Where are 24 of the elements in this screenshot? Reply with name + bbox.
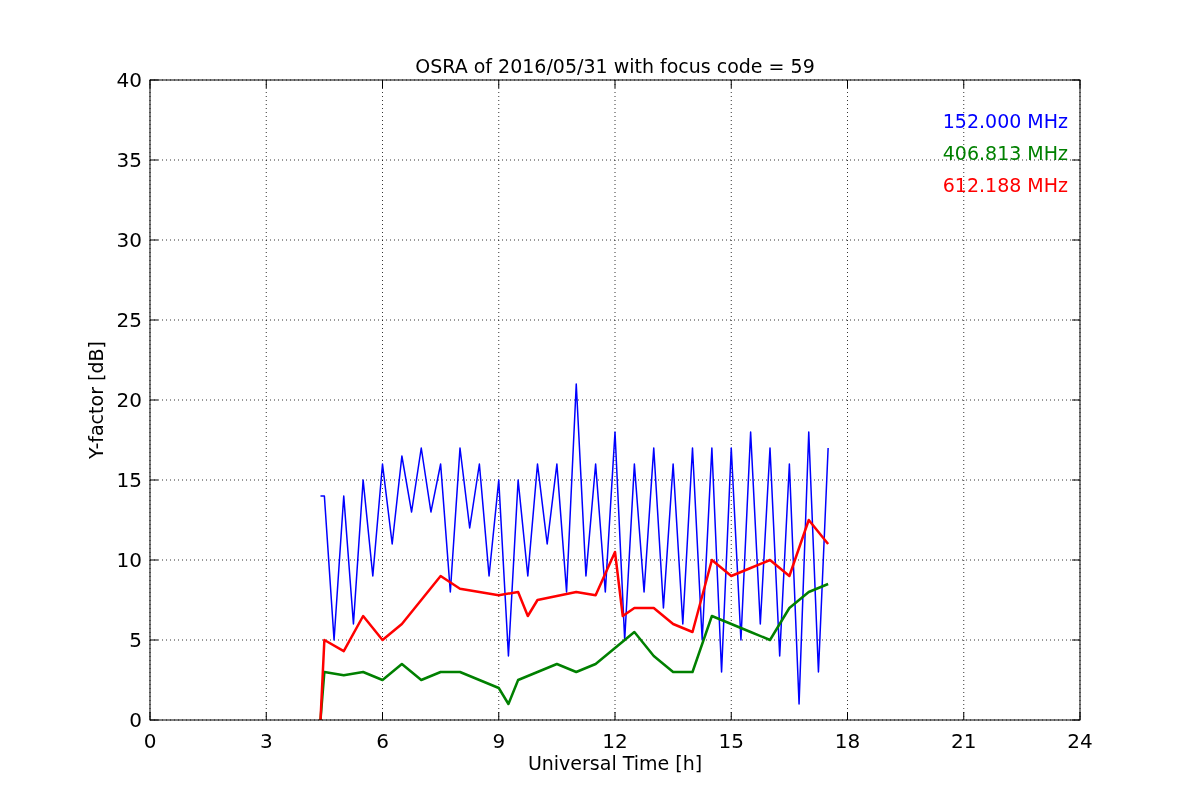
axis-label: Y-factor [dB]	[85, 341, 107, 459]
tick-label: 15	[116, 468, 142, 492]
tick-label: 3	[259, 729, 273, 753]
tick-label: 15	[718, 729, 744, 753]
tick-label: 18	[834, 729, 861, 753]
tick-label: 20	[116, 388, 142, 412]
tick-label: 9	[492, 729, 506, 753]
tick-label: 0	[129, 708, 142, 732]
tick-label: 12	[602, 729, 628, 753]
tick-label: 30	[116, 228, 142, 252]
tick-label: 0	[143, 729, 157, 753]
legend-label: 612.188 MHz	[942, 174, 1068, 196]
chart-title: OSRA of 2016/05/31 with focus code = 59	[415, 55, 815, 77]
tick-label: 10	[116, 548, 142, 572]
tick-label: 40	[116, 68, 142, 92]
tick-label: 35	[116, 148, 142, 172]
legend-label: 152.000 MHz	[942, 110, 1068, 132]
tick-label: 24	[1067, 729, 1093, 753]
tick-label: 5	[129, 628, 142, 652]
tick-label: 6	[376, 729, 389, 753]
tick-label: 21	[951, 729, 977, 753]
legend-label: 406.813 MHz	[942, 142, 1068, 164]
axis-label: Universal Time [h]	[527, 752, 703, 774]
tick-label: 25	[116, 308, 142, 332]
